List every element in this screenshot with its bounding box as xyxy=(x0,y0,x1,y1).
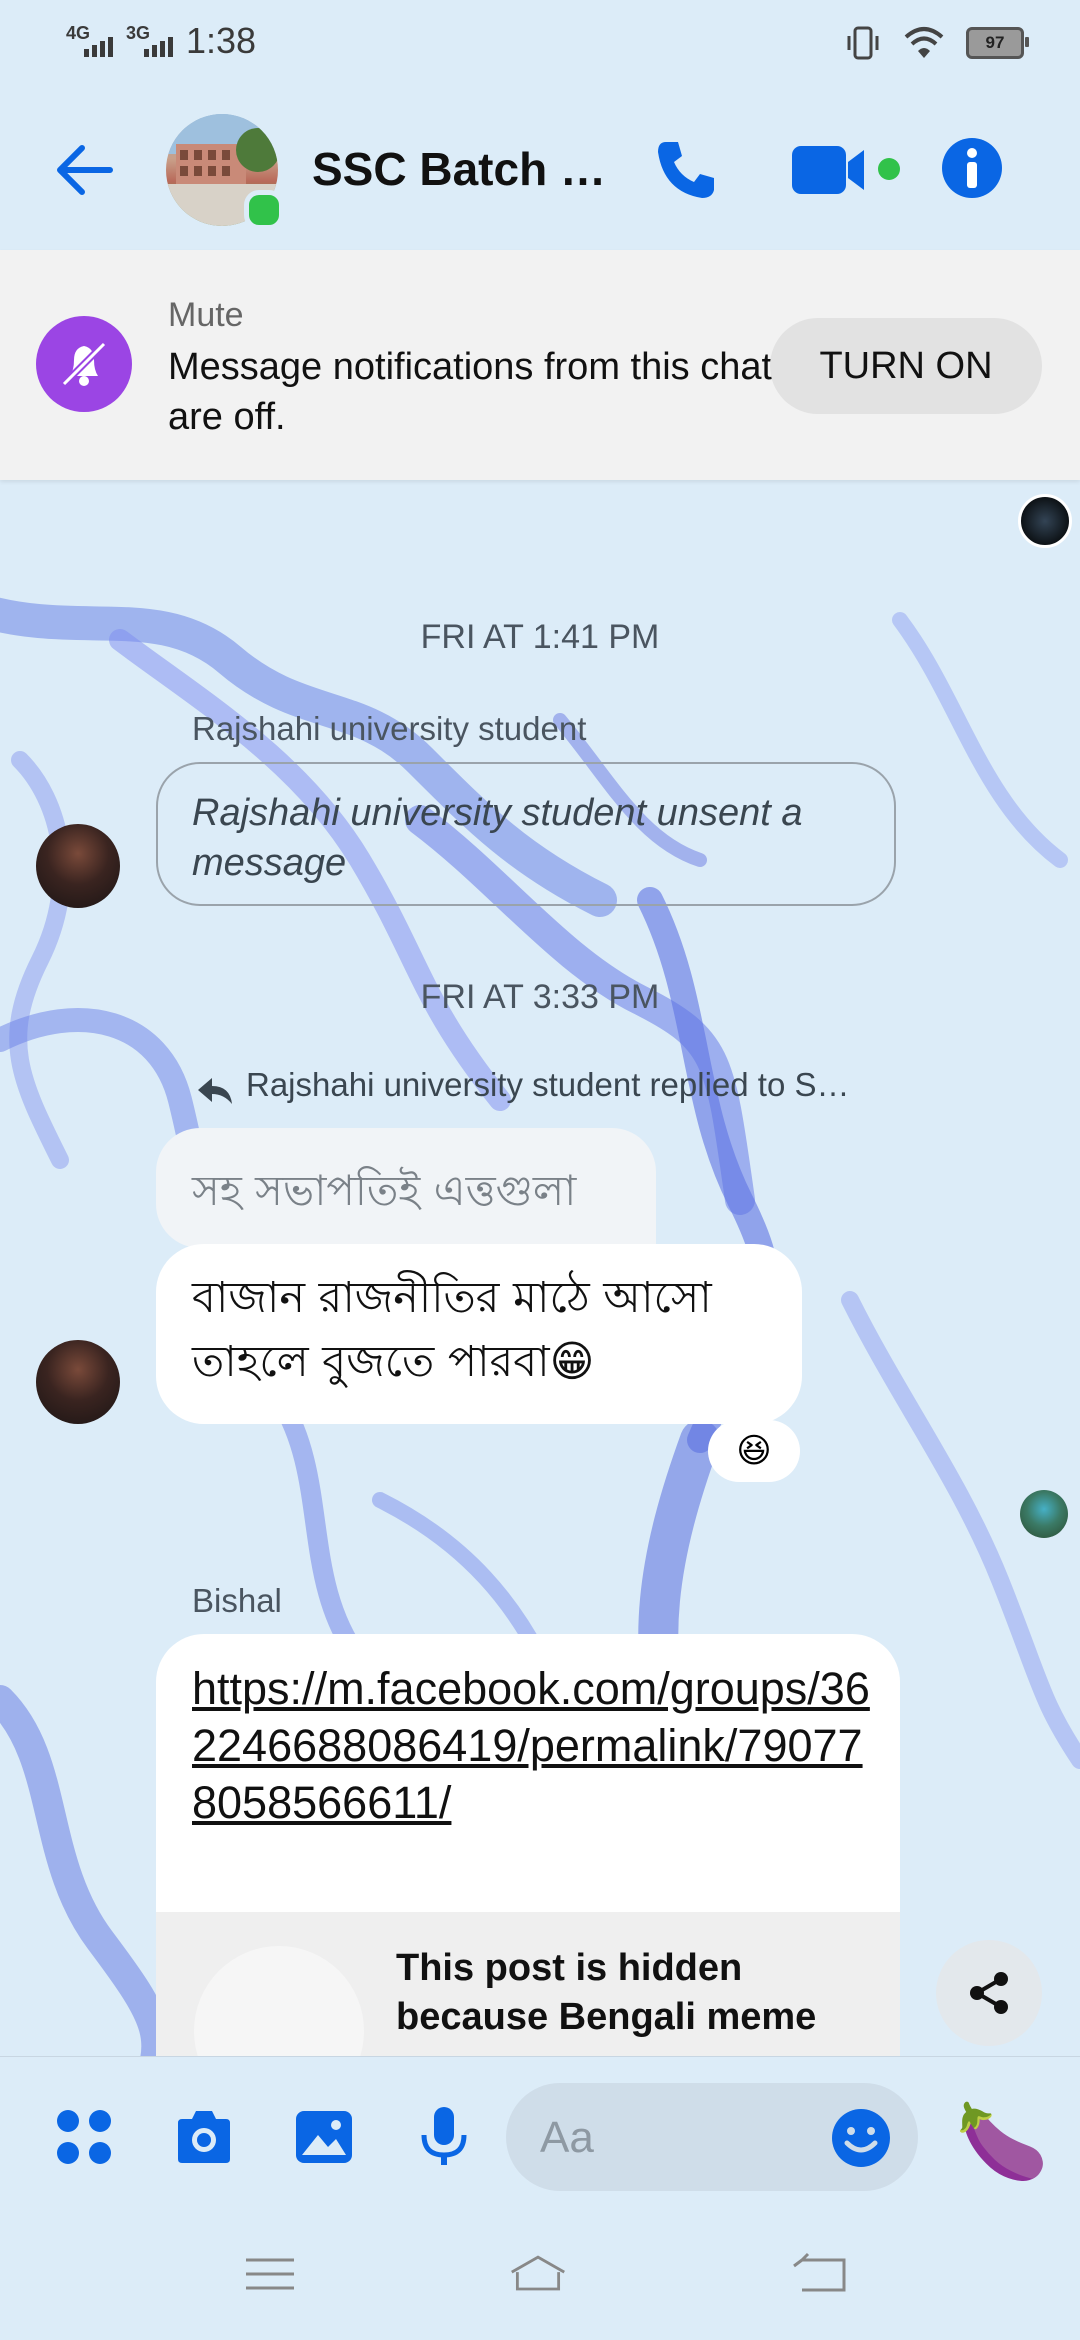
message-bubble[interactable]: বাজান রাজনীতির মাঠে আসো তাহলে বুজতে পারব… xyxy=(156,1244,802,1424)
mute-banner: Mute Message notifications from this cha… xyxy=(0,250,1080,480)
read-receipt-avatar xyxy=(1018,494,1072,548)
input-placeholder: Aa xyxy=(540,2113,594,2162)
phone-icon[interactable] xyxy=(652,134,722,204)
apps-menu-icon[interactable] xyxy=(52,2105,116,2169)
info-icon[interactable] xyxy=(940,136,1004,200)
chat-header: SSC Batch 2… xyxy=(0,84,1080,250)
message-link[interactable]: https://m.facebook.com/groups/3622466880… xyxy=(192,1660,882,1831)
message-line: বাজান রাজনীতির মাঠে আসো xyxy=(192,1273,712,1323)
message-composer: Aa 🍆 xyxy=(0,2056,1080,2207)
battery-icon: 97 xyxy=(966,27,1029,59)
online-status-dot xyxy=(244,190,284,230)
bell-off-icon xyxy=(36,316,132,412)
signal-3g-icon: 3G xyxy=(126,21,173,61)
message-line: তাহলে বুজতে পারবা😁 xyxy=(192,1337,595,1387)
message-input[interactable]: Aa xyxy=(506,2083,918,2191)
status-bar: 4G 3G 1:38 97 xyxy=(0,0,1080,84)
chat-title[interactable]: SSC Batch 2… xyxy=(312,142,622,196)
sender-name: Rajshahi university student xyxy=(192,710,587,747)
video-camera-icon[interactable] xyxy=(790,142,880,198)
menu-icon[interactable] xyxy=(240,2252,300,2296)
reply-header: Rajshahi university student replied to S… xyxy=(246,1066,850,1103)
turn-on-button[interactable]: TURN ON xyxy=(770,318,1042,414)
mute-message: Message notifications from this chat are… xyxy=(168,346,773,438)
reaction-badge[interactable]: 😆 xyxy=(708,1420,800,1482)
wifi-icon xyxy=(904,27,944,58)
active-call-dot xyxy=(878,158,900,180)
timestamp: FRI AT 1:41 PM xyxy=(420,618,660,656)
emoji-icon[interactable] xyxy=(830,2107,892,2169)
mute-label: Mute xyxy=(168,296,244,334)
system-nav-bar xyxy=(0,2206,1080,2340)
microphone-icon[interactable] xyxy=(412,2105,476,2169)
status-time: 1:38 xyxy=(186,20,257,61)
unsent-message-bubble[interactable]: Rajshahi university student unsent a mes… xyxy=(156,762,896,906)
read-receipt-avatar xyxy=(1020,1490,1068,1538)
home-icon[interactable] xyxy=(508,2252,568,2296)
arrow-left-icon[interactable] xyxy=(50,140,120,200)
sender-name: Bishal xyxy=(192,1582,282,1619)
quick-reaction-button[interactable]: 🍆 xyxy=(956,2097,1048,2187)
sender-avatar[interactable] xyxy=(36,1340,120,1424)
signal-4g-icon: 4G xyxy=(66,21,113,61)
share-icon xyxy=(970,1972,1008,2014)
vibrate-icon xyxy=(847,26,879,60)
camera-icon[interactable] xyxy=(172,2105,236,2169)
sender-avatar[interactable] xyxy=(36,824,120,908)
back-nav-icon[interactable] xyxy=(792,2252,852,2296)
reply-arrow-icon xyxy=(198,1078,232,1104)
timestamp: FRI AT 3:33 PM xyxy=(420,978,660,1016)
quoted-message[interactable]: সহ সভাপতিই এত্তগুলা xyxy=(156,1128,656,1248)
preview-text: This post is hidden because Bengali meme xyxy=(396,1947,817,2038)
gallery-icon[interactable] xyxy=(292,2105,356,2169)
share-button[interactable] xyxy=(936,1940,1042,2046)
